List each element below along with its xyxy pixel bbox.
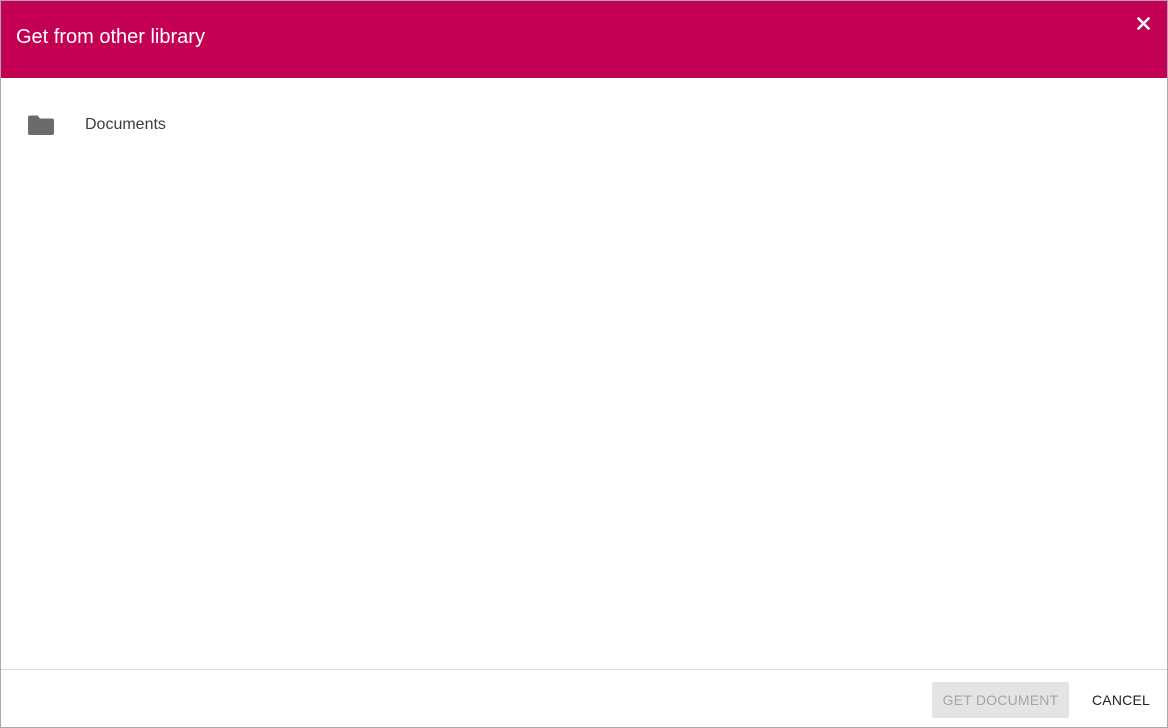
- close-icon: [1136, 16, 1150, 30]
- list-item-label: Documents: [85, 116, 166, 133]
- library-list: Documents: [1, 78, 1167, 669]
- folder-icon: [28, 115, 54, 135]
- dialog-title: Get from other library: [16, 26, 205, 48]
- dialog-header: Get from other library: [1, 1, 1167, 78]
- get-document-button[interactable]: GET DOCUMENT: [932, 682, 1069, 718]
- close-button[interactable]: [1132, 12, 1154, 34]
- list-item-documents[interactable]: Documents: [1, 102, 1167, 148]
- get-from-library-dialog: Get from other library Documents GET DOC…: [0, 0, 1168, 728]
- cancel-button[interactable]: CANCEL: [1085, 682, 1157, 718]
- dialog-footer: GET DOCUMENT CANCEL: [1, 669, 1167, 727]
